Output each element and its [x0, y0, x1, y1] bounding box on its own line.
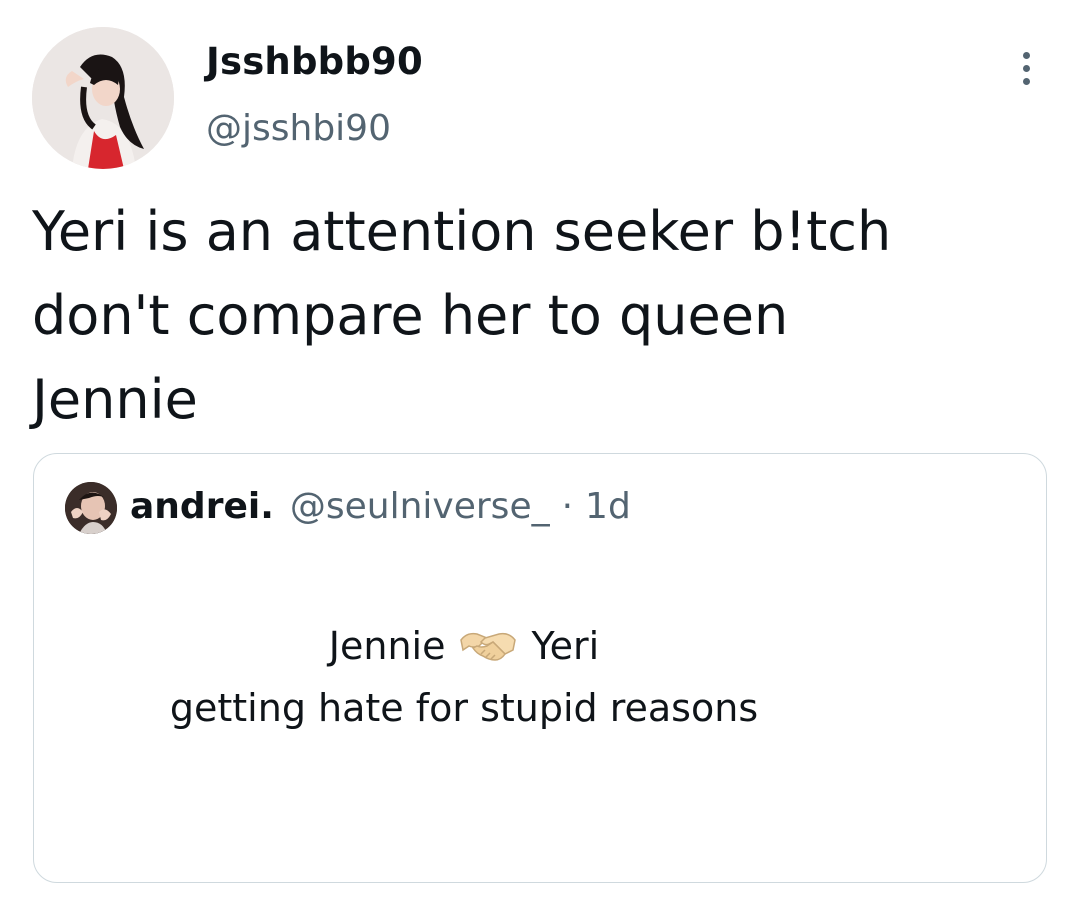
user-handle[interactable]: @jsshbi90 — [206, 108, 391, 149]
tweet-text-line: don't compare her to queen — [32, 284, 789, 347]
quoted-text-yeri: Yeri — [531, 624, 600, 668]
tweet-text-line: Jennie — [32, 368, 198, 431]
more-options-button[interactable] — [1008, 46, 1044, 90]
handshake-icon — [459, 626, 517, 666]
avatar-photo-icon — [32, 27, 174, 169]
more-options-icon-dot — [1022, 77, 1030, 85]
tweet-text-line: Yeri is an attention seeker b!tch — [32, 200, 892, 263]
quoted-text-line: getting hate for stupid reasons — [169, 686, 759, 730]
display-name[interactable]: Jsshbbb90 — [206, 40, 423, 83]
quoted-display-name[interactable]: andrei. — [130, 486, 274, 527]
tweet-text: Yeri is an attention seeker b!tch don't … — [32, 190, 1032, 442]
quoted-user-handle[interactable]: @seulniverse_ — [290, 486, 550, 527]
tweet: Jsshbbb90 @jsshbi90 Yeri is an attention… — [0, 0, 1080, 910]
quoted-timestamp[interactable]: 1d — [585, 486, 631, 527]
header-separator: · — [561, 486, 574, 527]
user-avatar[interactable] — [32, 27, 174, 169]
quoted-avatar-photo-icon — [65, 482, 117, 534]
quoted-text-jennie: Jennie — [328, 624, 446, 668]
quoted-user-avatar[interactable] — [65, 482, 117, 534]
quoted-tweet-header: andrei. @seulniverse_ · 1d — [130, 486, 631, 527]
quoted-tweet-card[interactable]: andrei. @seulniverse_ · 1d Jennie Yeri g… — [33, 453, 1047, 883]
more-options-icon — [1022, 51, 1030, 59]
more-options-icon-dot — [1022, 64, 1030, 72]
quoted-text-line: Jennie Yeri — [34, 624, 894, 668]
